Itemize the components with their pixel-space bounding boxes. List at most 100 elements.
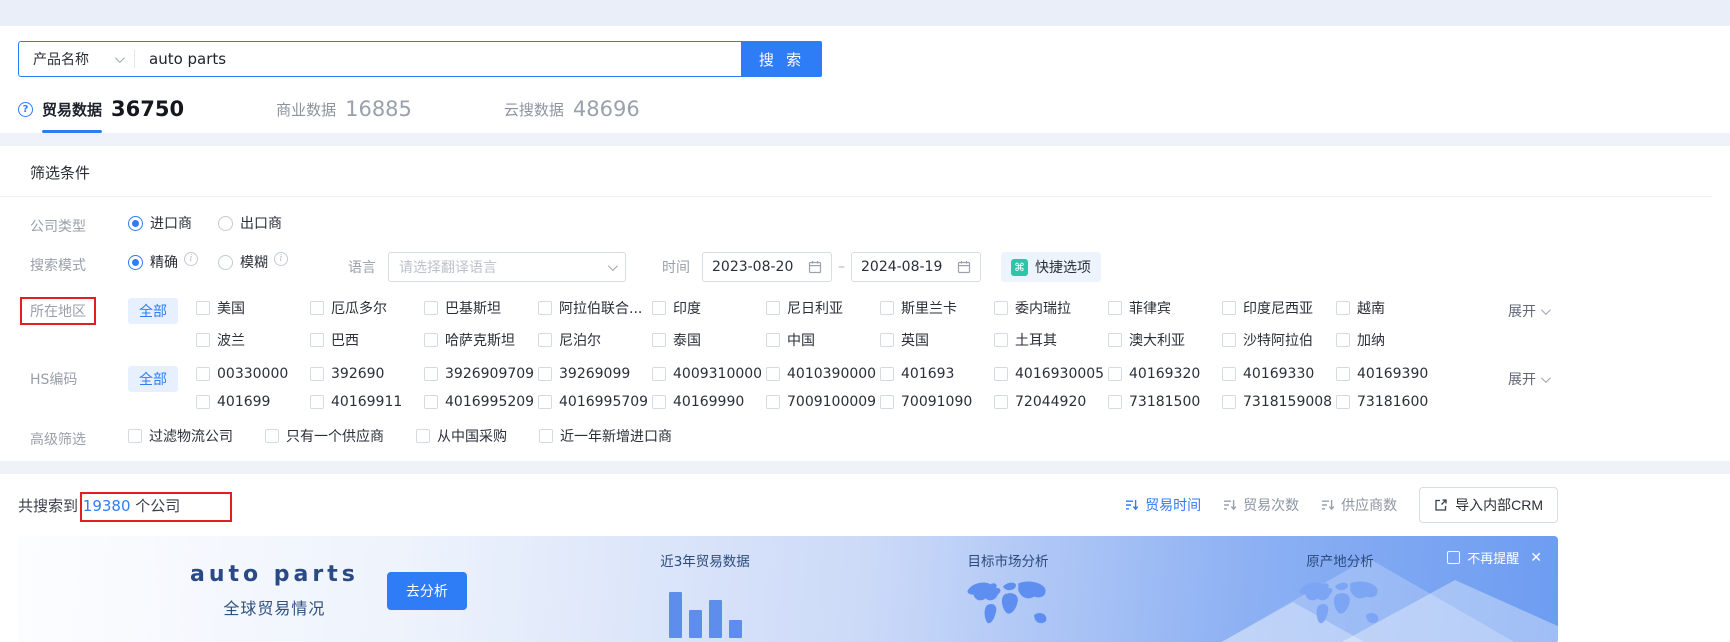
hs-checkbox-item[interactable]: 4016930005 [994, 366, 1108, 382]
hs-checkbox-item[interactable]: 73181500 [1108, 394, 1222, 410]
checkbox-icon[interactable] [766, 367, 780, 381]
region-checkbox-item[interactable]: 泰国 [652, 330, 766, 350]
hs-checkbox-item[interactable]: 40169320 [1108, 366, 1222, 382]
checkbox-icon[interactable] [196, 395, 210, 409]
analyze-button[interactable]: 去分析 [386, 571, 467, 610]
region-checkbox-item[interactable]: 菲律宾 [1108, 298, 1222, 318]
region-all-button[interactable]: 全部 [128, 298, 178, 324]
hs-all-button[interactable]: 全部 [128, 366, 178, 392]
hs-checkbox-item[interactable]: 392690 [310, 366, 424, 382]
info-icon[interactable]: i [184, 252, 198, 266]
dismiss-control[interactable]: 不再提醒 ✕ [1447, 548, 1542, 567]
region-checkbox-item[interactable]: 阿拉伯联合... [538, 298, 652, 318]
advanced-checkbox-item[interactable]: 从中国采购 [416, 426, 507, 446]
dismiss-checkbox-icon[interactable] [1447, 551, 1461, 564]
checkbox-icon[interactable] [538, 367, 552, 381]
hs-checkbox-item[interactable]: 00330000 [196, 366, 310, 382]
checkbox-icon[interactable] [1336, 301, 1350, 315]
help-icon[interactable]: ? [18, 101, 33, 117]
checkbox-icon[interactable] [424, 395, 438, 409]
sort-trade-count[interactable]: 贸易次数 [1223, 495, 1299, 515]
region-checkbox-item[interactable]: 波兰 [196, 330, 310, 350]
region-checkbox-item[interactable]: 澳大利亚 [1108, 330, 1222, 350]
region-checkbox-item[interactable]: 印度尼西亚 [1222, 298, 1336, 318]
checkbox-icon[interactable] [1108, 395, 1122, 409]
hs-checkbox-item[interactable]: 401699 [196, 394, 310, 410]
checkbox-icon[interactable] [128, 429, 142, 443]
advanced-checkbox-item[interactable]: 只有一个供应商 [265, 426, 384, 446]
checkbox-icon[interactable] [424, 367, 438, 381]
region-checkbox-item[interactable]: 美国 [196, 298, 310, 318]
hs-checkbox-item[interactable]: 7318159008 [1222, 394, 1336, 410]
hs-checkbox-item[interactable]: 40169911 [310, 394, 424, 410]
tab-trade-data[interactable]: ? 贸易数据 36750 [18, 97, 184, 133]
search-input[interactable] [135, 50, 741, 68]
checkbox-icon[interactable] [1336, 367, 1350, 381]
date-start-input[interactable]: 2023-08-20 [702, 252, 832, 282]
checkbox-icon[interactable] [196, 333, 210, 347]
checkbox-icon[interactable] [538, 395, 552, 409]
checkbox-icon[interactable] [994, 333, 1008, 347]
checkbox-icon[interactable] [424, 333, 438, 347]
checkbox-icon[interactable] [310, 395, 324, 409]
checkbox-icon[interactable] [652, 301, 666, 315]
radio-exporter[interactable]: 出口商 [218, 213, 282, 233]
checkbox-icon[interactable] [1336, 333, 1350, 347]
advanced-checkbox-item[interactable]: 过滤物流公司 [128, 426, 233, 446]
search-button[interactable]: 搜 索 [742, 41, 822, 77]
hs-checkbox-item[interactable]: 73181600 [1336, 394, 1450, 410]
checkbox-icon[interactable] [265, 429, 279, 443]
hs-checkbox-item[interactable]: 4010390000 [766, 366, 880, 382]
region-checkbox-item[interactable]: 巴西 [310, 330, 424, 350]
region-checkbox-item[interactable]: 土耳其 [994, 330, 1108, 350]
search-category-select[interactable]: 产品名称 [19, 49, 134, 69]
hs-checkbox-item[interactable]: 4009310000 [652, 366, 766, 382]
radio-exact[interactable]: 精确 [128, 252, 178, 272]
region-checkbox-item[interactable]: 哈萨克斯坦 [424, 330, 538, 350]
checkbox-icon[interactable] [310, 367, 324, 381]
checkbox-icon[interactable] [1108, 333, 1122, 347]
region-checkbox-item[interactable]: 委内瑞拉 [994, 298, 1108, 318]
checkbox-icon[interactable] [1222, 367, 1236, 381]
import-crm-button[interactable]: 导入内部CRM [1419, 487, 1558, 523]
hs-checkbox-item[interactable]: 40169990 [652, 394, 766, 410]
region-checkbox-item[interactable]: 尼日利亚 [766, 298, 880, 318]
region-checkbox-item[interactable]: 英国 [880, 330, 994, 350]
region-checkbox-item[interactable]: 巴基斯坦 [424, 298, 538, 318]
checkbox-icon[interactable] [766, 301, 780, 315]
region-checkbox-item[interactable]: 越南 [1336, 298, 1450, 318]
hs-checkbox-item[interactable]: 72044920 [994, 394, 1108, 410]
tab-cloud-data[interactable]: 云搜数据 48696 [504, 97, 640, 133]
checkbox-icon[interactable] [880, 367, 894, 381]
checkbox-icon[interactable] [652, 333, 666, 347]
language-select[interactable]: 请选择翻译语言 [388, 252, 626, 282]
checkbox-icon[interactable] [880, 301, 894, 315]
hs-checkbox-item[interactable]: 4016995209 [424, 394, 538, 410]
region-checkbox-item[interactable]: 厄瓜多尔 [310, 298, 424, 318]
checkbox-icon[interactable] [1222, 395, 1236, 409]
hs-checkbox-item[interactable]: 40169330 [1222, 366, 1336, 382]
checkbox-icon[interactable] [1108, 367, 1122, 381]
checkbox-icon[interactable] [652, 367, 666, 381]
checkbox-icon[interactable] [416, 429, 430, 443]
checkbox-icon[interactable] [310, 301, 324, 315]
hs-expand-button[interactable]: 展开 [1508, 366, 1551, 389]
radio-importer[interactable]: 进口商 [128, 213, 192, 233]
region-checkbox-item[interactable]: 加纳 [1336, 330, 1450, 350]
hs-checkbox-item[interactable]: 70091090 [880, 394, 994, 410]
region-checkbox-item[interactable]: 中国 [766, 330, 880, 350]
advanced-checkbox-item[interactable]: 近一年新增进口商 [539, 426, 672, 446]
region-expand-button[interactable]: 展开 [1508, 298, 1551, 321]
checkbox-icon[interactable] [1222, 333, 1236, 347]
hs-checkbox-item[interactable]: 4016995709 [538, 394, 652, 410]
checkbox-icon[interactable] [994, 395, 1008, 409]
checkbox-icon[interactable] [1222, 301, 1236, 315]
checkbox-icon[interactable] [652, 395, 666, 409]
sort-trade-time[interactable]: 贸易时间 [1125, 495, 1201, 515]
checkbox-icon[interactable] [1336, 395, 1350, 409]
checkbox-icon[interactable] [1108, 301, 1122, 315]
sort-supplier-count[interactable]: 供应商数 [1321, 495, 1397, 515]
radio-fuzzy[interactable]: 模糊 [218, 252, 268, 272]
checkbox-icon[interactable] [424, 301, 438, 315]
checkbox-icon[interactable] [880, 395, 894, 409]
